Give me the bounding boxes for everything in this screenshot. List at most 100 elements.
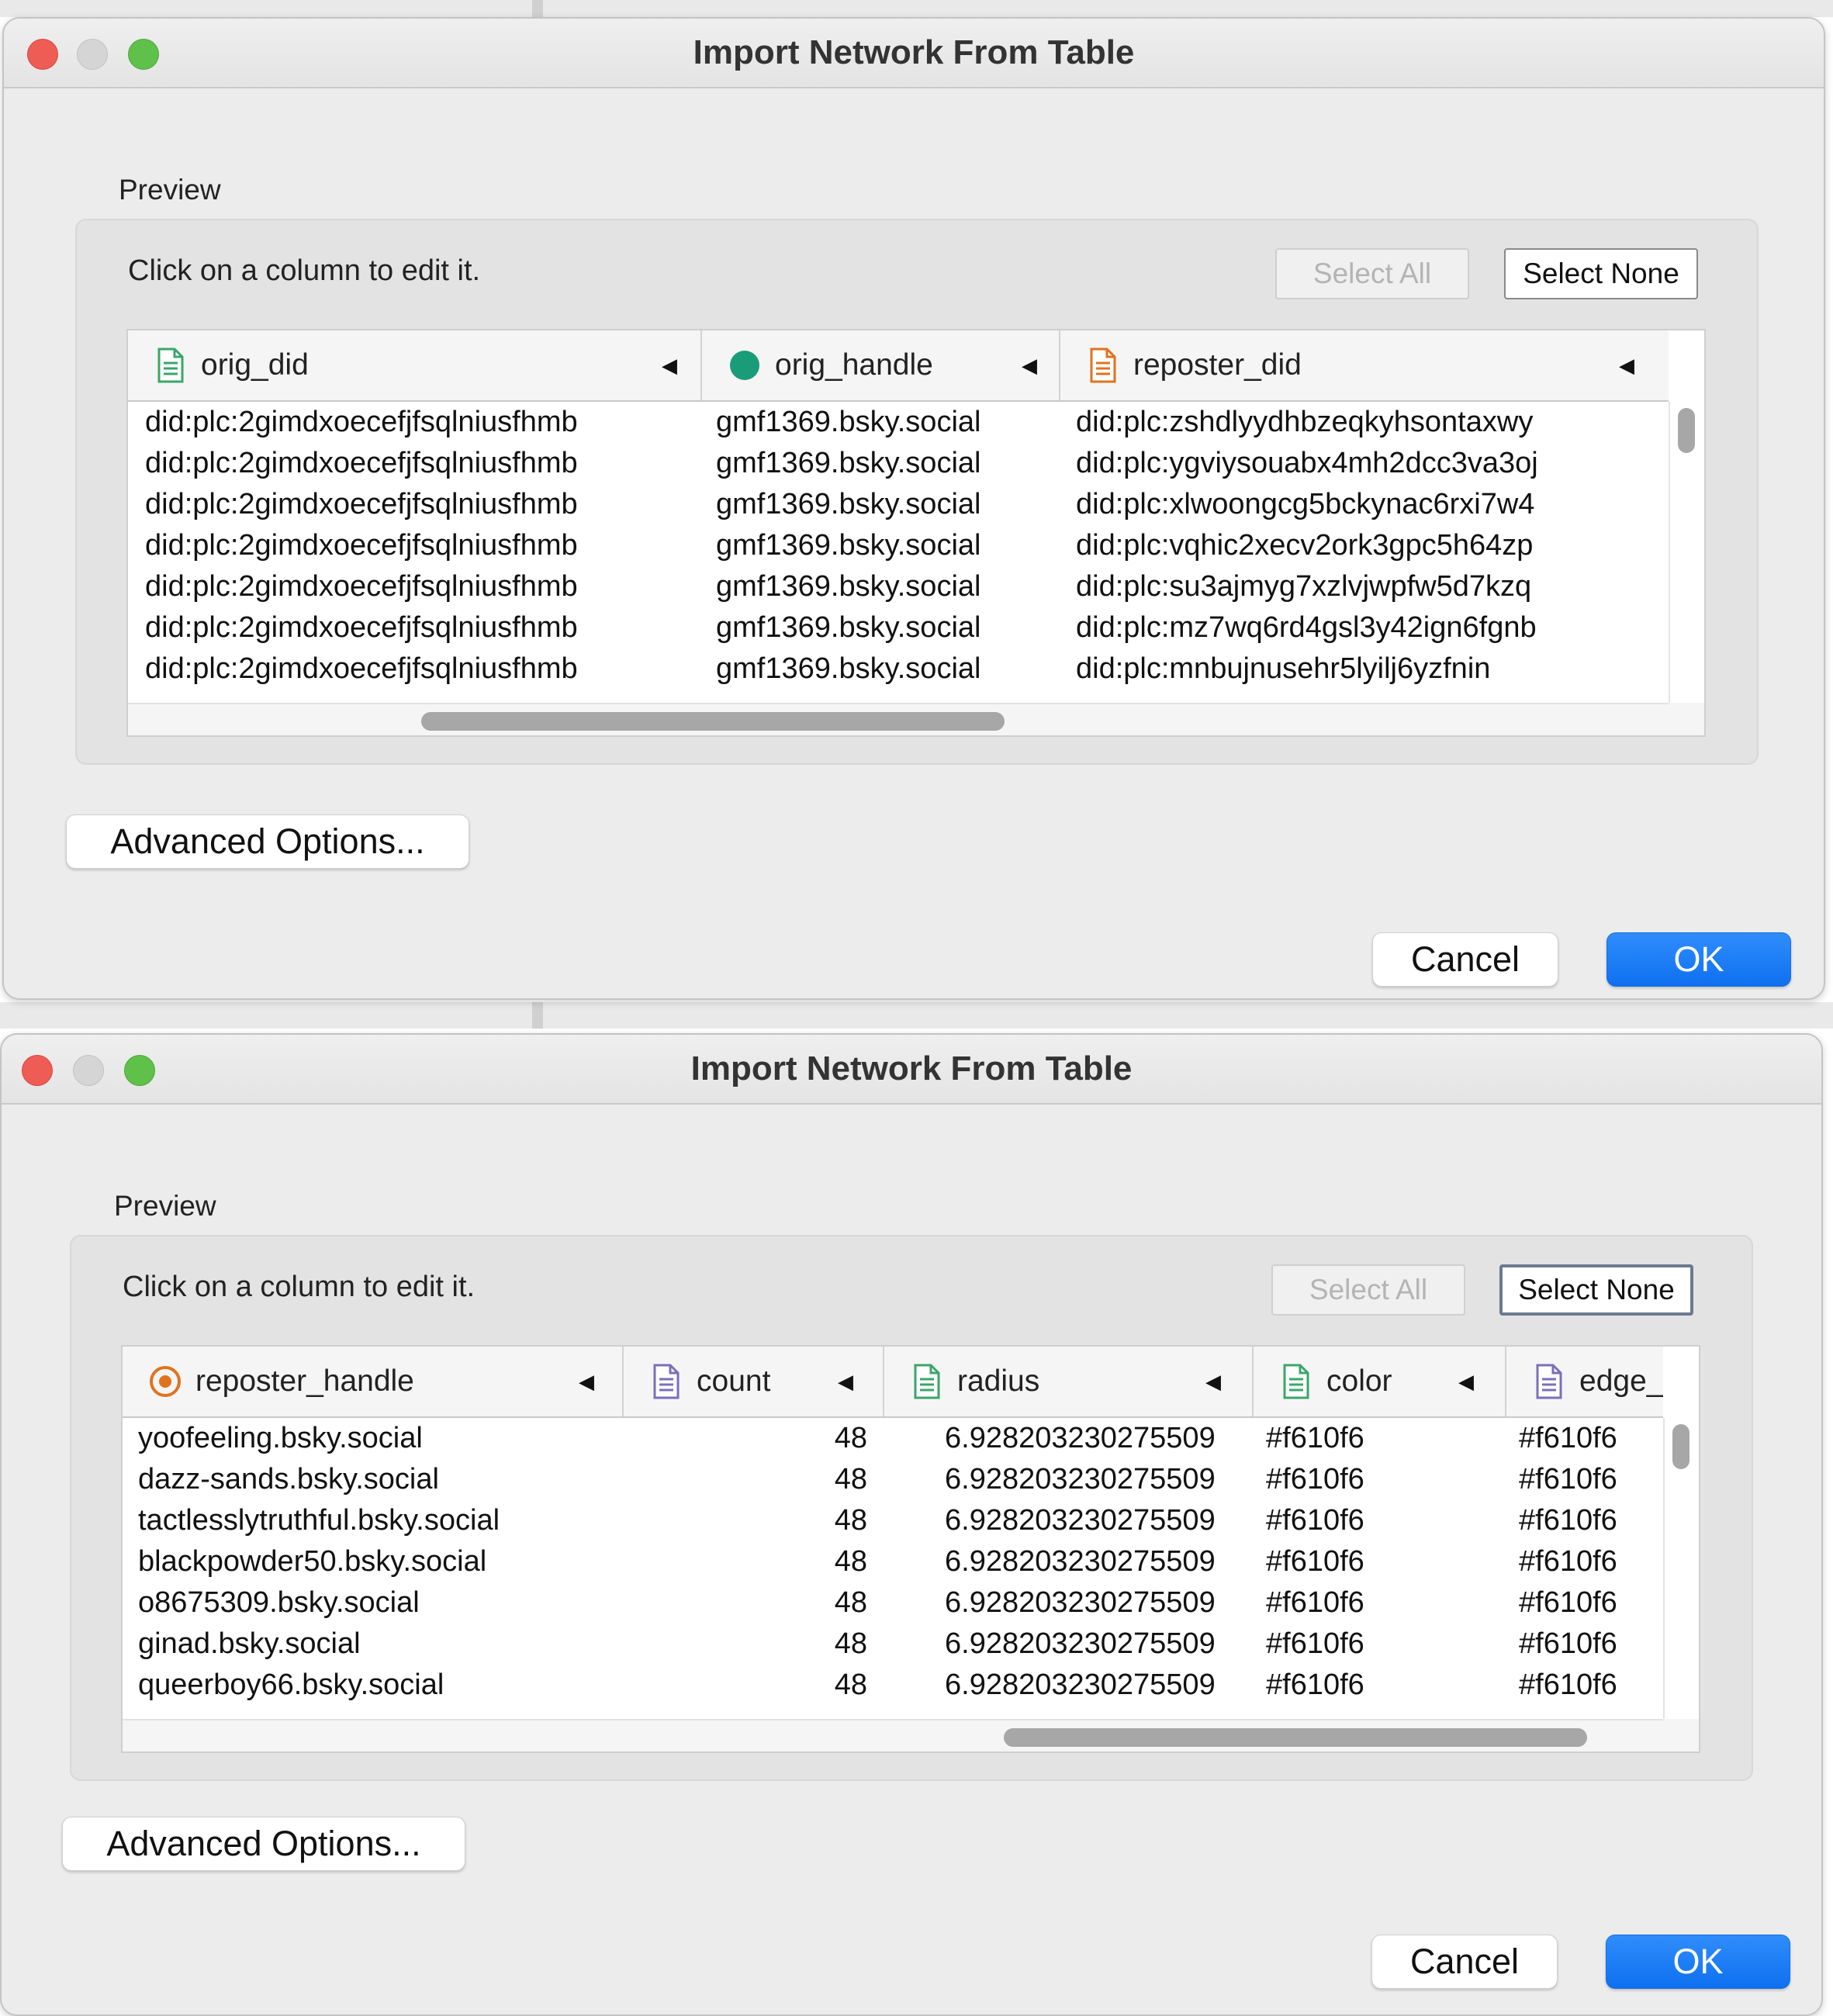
column-header-count[interactable]: count ◀ (624, 1347, 884, 1416)
cell-edge: #f610f6 (1519, 1586, 1617, 1619)
column-header-edge[interactable]: edge_ (1506, 1347, 1663, 1416)
cell-count: 48 (834, 1463, 867, 1496)
ok-button[interactable]: OK (1606, 1935, 1790, 1989)
horizontal-scrollbar[interactable] (123, 1719, 1663, 1751)
cell-orig-handle: gmf1369.bsky.social (716, 611, 981, 644)
sort-arrow-icon[interactable]: ◀ (1205, 1347, 1221, 1416)
vertical-scroll-thumb[interactable] (1672, 1424, 1689, 1469)
cell-orig-handle: gmf1369.bsky.social (716, 488, 981, 520)
target-icon (146, 1362, 185, 1401)
cell-radius: 6.928203230275509 (945, 1586, 1216, 1619)
horizontal-scrollbar[interactable] (128, 703, 1669, 735)
table-header: orig_did ◀ orig_handle ◀ reposter_did ◀ (128, 330, 1669, 402)
advanced-options-button[interactable]: Advanced Options... (66, 814, 469, 869)
backdrop-top (0, 0, 1833, 17)
table-row: ginad.bsky.social 48 6.928203230275509 #f61… (123, 1624, 1663, 1665)
select-all-button[interactable]: Select All (1271, 1264, 1465, 1316)
column-name: reposter_did (1133, 348, 1302, 382)
column-name: orig_handle (775, 348, 933, 382)
backdrop-divider (532, 0, 543, 17)
table-row: yoofeeling.bsky.social 48 6.92820323027550… (123, 1418, 1663, 1459)
key-dot-icon (725, 346, 764, 385)
select-none-button[interactable]: Select None (1499, 1264, 1693, 1316)
cell-edge: #f610f6 (1519, 1668, 1617, 1701)
table-row: did:plc:2gimdxoecefjfsqlniusfhmb gmf1369.… (128, 525, 1669, 566)
preview-table: orig_did ◀ orig_handle ◀ reposter_did ◀ … (126, 329, 1706, 737)
cell-edge: #f610f6 (1519, 1422, 1617, 1454)
sort-arrow-icon[interactable]: ◀ (579, 1347, 594, 1416)
cell-orig-handle: gmf1369.bsky.social (716, 652, 981, 685)
table-row: tactlesslytruthful.bsky.social 48 6.928203… (123, 1500, 1663, 1541)
cell-orig-handle: gmf1369.bsky.social (716, 447, 981, 479)
cell-count: 48 (834, 1504, 867, 1537)
cell-color: #f610f6 (1266, 1422, 1364, 1454)
vertical-scrollbar[interactable] (1663, 1418, 1699, 1719)
cell-color: #f610f6 (1266, 1545, 1364, 1578)
table-row: queerboy66.bsky.social 48 6.92820323027550… (123, 1665, 1663, 1706)
window-title: Import Network From Table (690, 1049, 1133, 1088)
cell-reposter-handle: o8675309.bsky.social (138, 1586, 420, 1619)
horizontal-scroll-thumb[interactable] (421, 712, 1005, 731)
scroll-corner (1669, 703, 1704, 735)
select-none-button[interactable]: Select None (1504, 248, 1698, 299)
table-body: did:plc:2gimdxoecefjfsqlniusfhmb gmf1369.… (128, 402, 1669, 703)
preview-label: Preview (114, 1190, 216, 1222)
text-file-icon (1277, 1362, 1316, 1401)
cell-reposter-did: did:plc:su3ajmyg7xzlvjwpfw5d7kzq (1076, 570, 1532, 603)
column-header-orig-did[interactable]: orig_did ◀ (128, 330, 702, 400)
sort-arrow-icon[interactable]: ◀ (838, 1347, 853, 1416)
column-header-reposter-handle[interactable]: reposter_handle ◀ (123, 1347, 624, 1416)
table-row: did:plc:2gimdxoecefjfsqlniusfhmb gmf1369.… (128, 402, 1669, 443)
cell-orig-did: did:plc:2gimdxoecefjfsqlniusfhmb (145, 611, 578, 644)
cell-orig-did: did:plc:2gimdxoecefjfsqlniusfhmb (145, 447, 578, 479)
cell-color: #f610f6 (1266, 1586, 1364, 1619)
preview-label: Preview (119, 174, 221, 206)
table-body: yoofeeling.bsky.social 48 6.92820323027550… (123, 1418, 1663, 1719)
cell-count: 48 (834, 1586, 867, 1619)
cell-radius: 6.928203230275509 (945, 1463, 1216, 1496)
ok-button[interactable]: OK (1606, 932, 1791, 987)
cell-radius: 6.928203230275509 (945, 1545, 1216, 1578)
horizontal-scroll-thumb[interactable] (1004, 1728, 1587, 1747)
import-network-dialog: Import Network From Table Preview Click … (0, 1033, 1823, 2016)
sort-arrow-icon[interactable]: ◀ (1458, 1347, 1474, 1416)
column-header-reposter-did[interactable]: reposter_did ◀ (1060, 330, 1669, 400)
cell-orig-did: did:plc:2gimdxoecefjfsqlniusfhmb (145, 652, 578, 685)
sort-arrow-icon[interactable]: ◀ (1619, 330, 1634, 400)
text-file-purple-icon (1530, 1362, 1568, 1401)
cell-count: 48 (834, 1545, 867, 1578)
column-name: color (1326, 1364, 1392, 1398)
cell-reposter-handle: ginad.bsky.social (138, 1627, 361, 1660)
cell-reposter-handle: yoofeeling.bsky.social (138, 1422, 423, 1454)
table-row: blackpowder50.bsky.social 48 6.92820323027… (123, 1541, 1663, 1582)
window-title: Import Network From Table (693, 33, 1135, 71)
cell-edge: #f610f6 (1519, 1545, 1617, 1578)
advanced-options-button[interactable]: Advanced Options... (62, 1817, 465, 1871)
table-row: o8675309.bsky.social 48 6.928203230275509 #… (123, 1582, 1663, 1624)
cell-color: #f610f6 (1266, 1668, 1364, 1701)
select-all-button[interactable]: Select All (1275, 248, 1469, 299)
sort-arrow-icon[interactable]: ◀ (1022, 330, 1037, 400)
backdrop-middle (0, 1002, 1833, 1029)
column-header-color[interactable]: color ◀ (1254, 1347, 1506, 1416)
scroll-corner (1663, 1719, 1699, 1751)
cell-reposter-did: did:plc:mnbujnusehr5lyilj6yzfnin (1076, 652, 1491, 685)
table-row: did:plc:2gimdxoecefjfsqlniusfhmb gmf1369.… (128, 566, 1669, 607)
cell-orig-did: did:plc:2gimdxoecefjfsqlniusfhmb (145, 488, 578, 520)
column-name: count (697, 1364, 771, 1398)
cell-orig-handle: gmf1369.bsky.social (716, 406, 981, 438)
cancel-button[interactable]: Cancel (1372, 932, 1558, 987)
preview-panel: Click on a column to edit it. Select All… (75, 219, 1759, 765)
vertical-scroll-thumb[interactable] (1678, 408, 1695, 453)
table-row: dazz-sands.bsky.social 48 6.92820323027550… (123, 1459, 1663, 1500)
cell-color: #f610f6 (1266, 1504, 1364, 1537)
cell-edge: #f610f6 (1519, 1463, 1617, 1496)
preview-panel: Click on a column to edit it. Select All… (70, 1235, 1753, 1781)
column-header-orig-handle[interactable]: orig_handle ◀ (702, 330, 1060, 400)
sort-arrow-icon[interactable]: ◀ (662, 330, 677, 400)
column-header-radius[interactable]: radius ◀ (884, 1347, 1254, 1416)
vertical-scrollbar[interactable] (1669, 402, 1704, 703)
cell-radius: 6.928203230275509 (945, 1504, 1216, 1537)
text-file-orange-icon (1084, 346, 1122, 385)
cancel-button[interactable]: Cancel (1371, 1935, 1558, 1989)
